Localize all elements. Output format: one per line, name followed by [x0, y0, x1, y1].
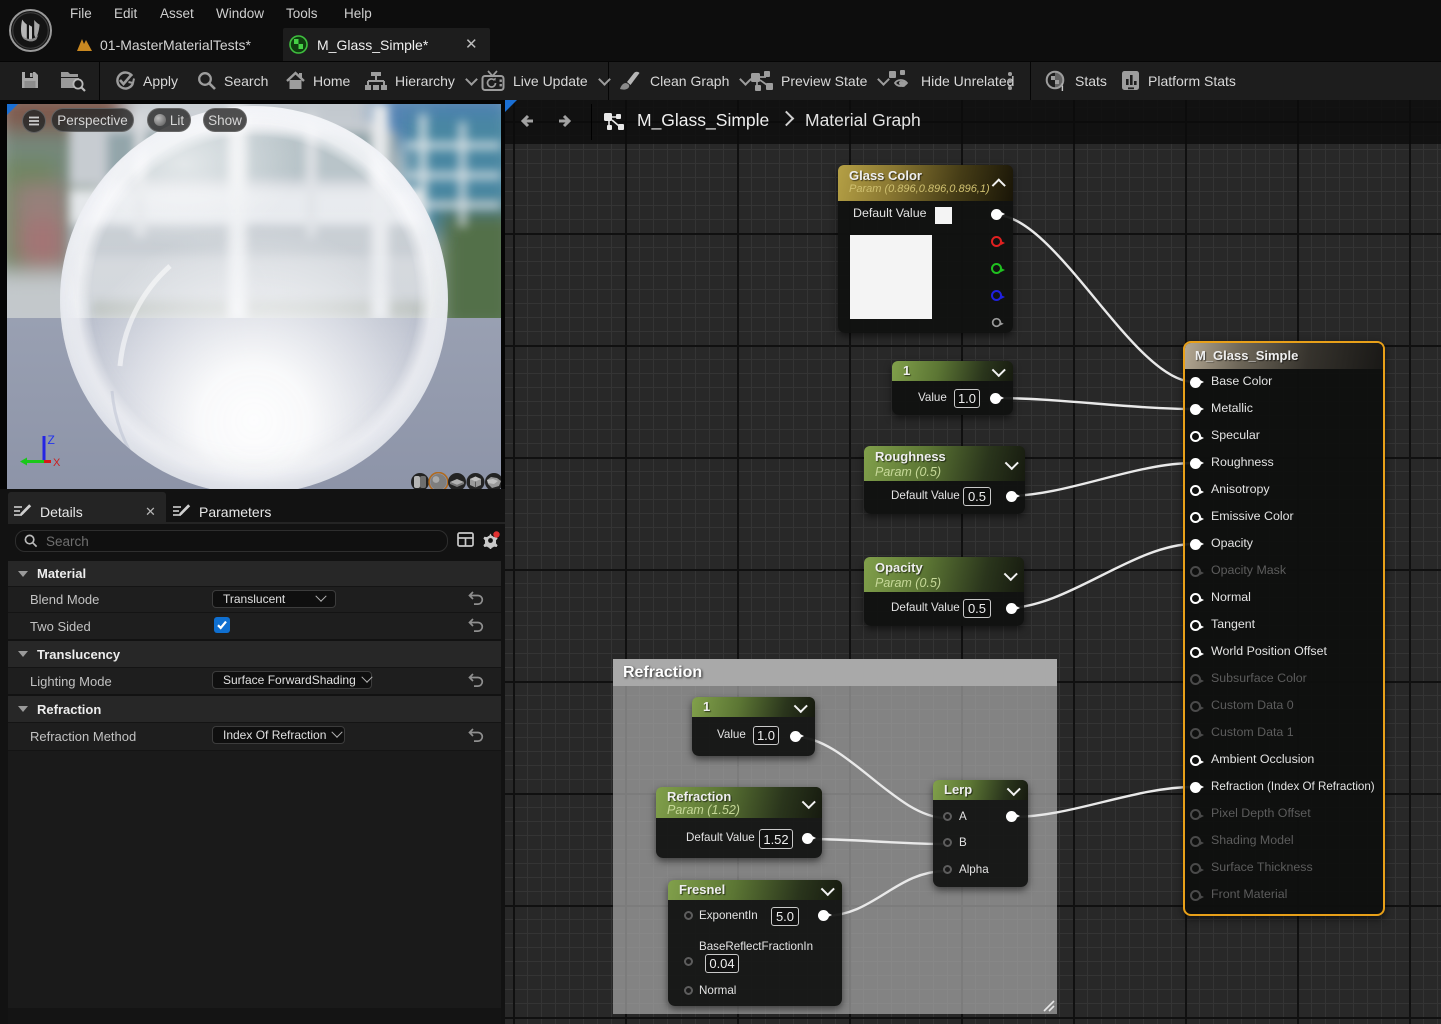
svg-text:Z: Z: [48, 433, 55, 447]
svg-text:i: i: [1061, 83, 1064, 92]
svg-text:X: X: [53, 457, 61, 469]
